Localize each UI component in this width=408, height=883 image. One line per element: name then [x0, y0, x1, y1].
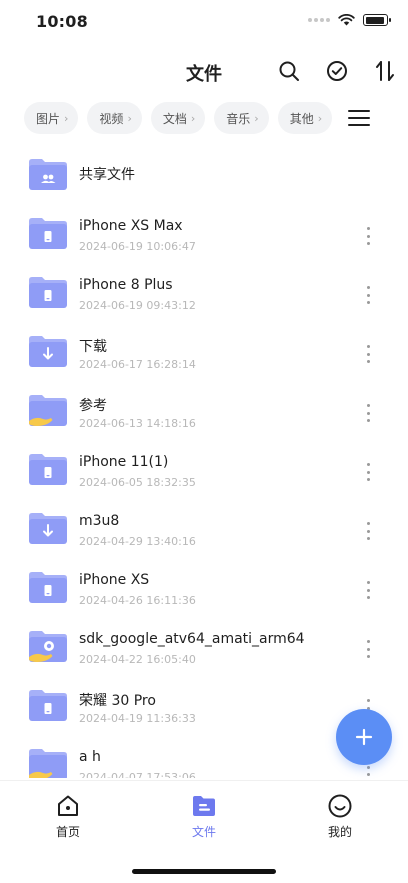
- file-name: m3u8: [79, 513, 120, 529]
- folder-download-icon: [28, 511, 68, 545]
- file-name: iPhone XS: [79, 572, 150, 588]
- more-options-icon[interactable]: [360, 225, 376, 247]
- sort-button[interactable]: [372, 58, 398, 84]
- select-button[interactable]: [324, 58, 350, 84]
- filter-chip-images[interactable]: 图片 ›: [24, 102, 79, 134]
- tab-label: 文件: [191, 825, 216, 839]
- filter-chip-other[interactable]: 其他 ›: [277, 102, 333, 134]
- chip-label: 其他: [289, 111, 314, 126]
- plus-icon: [355, 728, 373, 746]
- folder-phone-icon: [28, 275, 68, 309]
- battery-icon: [363, 14, 391, 26]
- file-date: 2024-06-19 09:43:12: [79, 299, 196, 312]
- file-name: iPhone XS Max: [79, 218, 183, 234]
- file-row[interactable]: 共享文件: [0, 144, 408, 203]
- chip-label: 文档: [162, 111, 187, 126]
- files-icon: [193, 796, 215, 816]
- file-date: 2024-04-07 17:53:06: [79, 771, 196, 778]
- chevron-right-icon: ›: [254, 111, 259, 125]
- category-menu-button[interactable]: [348, 106, 370, 130]
- file-date: 2024-04-19 11:36:33: [79, 712, 196, 725]
- more-options-icon[interactable]: [360, 284, 376, 306]
- file-row[interactable]: iPhone 8 Plus 2024-06-19 09:43:12: [0, 262, 408, 321]
- filter-chip-music[interactable]: 音乐 ›: [214, 102, 269, 134]
- folder-phone-icon: [28, 570, 68, 604]
- home-indicator[interactable]: [132, 869, 276, 874]
- file-row[interactable]: iPhone XS Max 2024-06-19 10:06:47: [0, 203, 408, 262]
- more-options-icon[interactable]: [360, 402, 376, 424]
- more-options-icon[interactable]: [360, 343, 376, 365]
- folder-phone-icon: [28, 216, 68, 250]
- file-name: 参考: [79, 398, 107, 414]
- more-options-icon[interactable]: [360, 461, 376, 483]
- chip-label: 图片: [36, 111, 61, 126]
- file-row[interactable]: 参考 2024-06-13 14:18:16: [0, 380, 408, 439]
- add-button[interactable]: [336, 709, 392, 765]
- tab-profile[interactable]: 我的: [300, 793, 380, 843]
- file-name: iPhone 8 Plus: [79, 277, 173, 293]
- filter-chip-documents[interactable]: 文档 ›: [150, 102, 206, 134]
- file-date: 2024-06-17 16:28:14: [79, 358, 196, 371]
- tab-label: 我的: [327, 825, 352, 839]
- file-row[interactable]: iPhone XS 2024-04-26 16:11:36: [0, 557, 408, 616]
- folder-download-icon: [28, 334, 68, 368]
- tab-label: 首页: [55, 825, 80, 839]
- filter-chip-videos[interactable]: 视频 ›: [87, 102, 142, 134]
- file-date: 2024-04-29 13:40:16: [79, 535, 196, 548]
- tab-home[interactable]: 首页: [28, 793, 108, 843]
- wifi-icon: [338, 14, 355, 26]
- profile-icon: [328, 794, 352, 818]
- chip-label: 视频: [99, 111, 124, 126]
- file-name: 荣耀 30 Pro: [79, 693, 156, 709]
- search-icon: [279, 61, 299, 81]
- more-options-icon[interactable]: [360, 638, 376, 660]
- file-list: 共享文件 iPhone XS Max 2024-06-19 10:06:47 iPho…: [0, 142, 408, 778]
- file-row[interactable]: sdk_google_atv64_amati_arm64 2024-04-22 1…: [0, 616, 408, 675]
- file-row[interactable]: 下载 2024-06-17 16:28:14: [0, 321, 408, 380]
- chevron-right-icon: ›: [190, 111, 196, 125]
- menu-icon-line: [348, 110, 370, 112]
- file-date: 2024-06-05 18:32:35: [79, 476, 196, 489]
- file-name: 共享文件: [79, 167, 135, 183]
- tab-files[interactable]: 文件: [164, 793, 244, 843]
- tab-bar: 首页 文件 我的: [0, 780, 408, 883]
- chevron-right-icon: ›: [317, 111, 323, 125]
- status-bar: 10:08: [0, 0, 408, 44]
- file-date: 2024-06-13 14:18:16: [79, 417, 196, 430]
- file-row[interactable]: iPhone 11(1) 2024-06-05 18:32:35: [0, 439, 408, 498]
- file-name: a h: [79, 749, 101, 765]
- file-name: iPhone 11(1): [79, 454, 169, 470]
- category-filter-bar: 图片 › 视频 › 文档 › 音乐 › 其他 ›: [24, 102, 384, 134]
- file-name: sdk_google_atv64_amati_arm64: [79, 631, 305, 647]
- folder-phone-icon: [28, 688, 68, 722]
- status-time: 10:08: [36, 12, 88, 31]
- chevron-right-icon: ›: [64, 111, 69, 125]
- file-name: 下载: [79, 339, 107, 355]
- chip-label: 音乐: [226, 111, 251, 126]
- sort-icon: [376, 61, 394, 81]
- menu-icon-line: [348, 117, 370, 119]
- file-date: 2024-06-19 10:06:47: [79, 240, 196, 253]
- folder-shared-icon: [28, 157, 68, 191]
- folder-hand-icon: [28, 747, 68, 778]
- check-circle-icon: [327, 61, 347, 81]
- folder-gear-icon: [28, 629, 68, 663]
- menu-icon-line: [348, 124, 370, 126]
- cellular-signal-icon: [308, 18, 330, 22]
- folder-phone-icon: [28, 452, 68, 486]
- folder-hand-icon: [28, 393, 68, 427]
- file-row[interactable]: m3u8 2024-04-29 13:40:16: [0, 498, 408, 557]
- file-date: 2024-04-26 16:11:36: [79, 594, 196, 607]
- more-options-icon[interactable]: [360, 520, 376, 542]
- status-indicators: [308, 14, 391, 26]
- search-button[interactable]: [276, 58, 302, 84]
- file-date: 2024-04-22 16:05:40: [79, 653, 196, 666]
- home-icon: [58, 795, 78, 816]
- nav-bar: 文件: [0, 50, 408, 94]
- more-options-icon[interactable]: [360, 579, 376, 601]
- chevron-right-icon: ›: [127, 111, 132, 125]
